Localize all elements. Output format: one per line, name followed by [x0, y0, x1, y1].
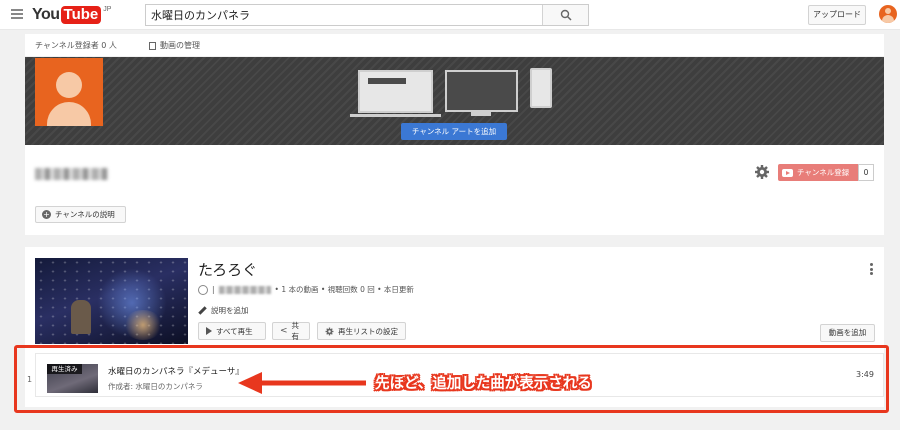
- share-icon: <: [280, 326, 288, 336]
- tv-stand-icon: [471, 112, 491, 116]
- more-options-icon[interactable]: [870, 263, 873, 277]
- tv-device-icon: [445, 70, 518, 112]
- play-all-label: すべて再生: [216, 326, 253, 336]
- public-globe-icon: [198, 284, 208, 295]
- account-avatar[interactable]: [879, 5, 897, 23]
- avatar-body-shape: [882, 15, 894, 23]
- logo-region-text: JP: [103, 5, 112, 13]
- channel-info-card: チャンネル登録 0 + チャンネルの説明: [25, 145, 884, 235]
- search-button[interactable]: [542, 5, 588, 25]
- share-label: 共有: [291, 321, 300, 341]
- play-all-button[interactable]: すべて再生: [198, 322, 266, 340]
- hamburger-menu-icon[interactable]: [11, 9, 23, 20]
- subscribe-label: チャンネル登録: [797, 168, 850, 177]
- pencil-icon: [198, 306, 207, 315]
- phone-device-icon: [530, 68, 552, 108]
- channel-name-blurred: [35, 168, 108, 180]
- owner-name-blurred: [218, 285, 271, 294]
- gear-icon: [325, 327, 334, 335]
- add-description-label: 説明を追加: [211, 306, 249, 315]
- about-label: チャンネルの説明: [55, 210, 115, 219]
- manage-videos-link[interactable]: 動画の管理: [149, 40, 200, 51]
- laptop-device-icon: [358, 70, 433, 113]
- youtube-play-icon: [782, 168, 793, 177]
- playlist-thumbnail[interactable]: [35, 258, 188, 344]
- playlist-settings-label: 再生リストの設定: [338, 326, 398, 336]
- search-input[interactable]: [146, 5, 543, 25]
- subscriber-count: チャンネル登録者 0 人: [35, 41, 117, 50]
- channel-avatar-body: [47, 102, 91, 126]
- add-video-button[interactable]: 動画を追加: [820, 324, 875, 342]
- search-box: [145, 4, 589, 26]
- video-manager-icon: [149, 41, 156, 50]
- logo-you-text: You: [32, 6, 60, 23]
- channel-about-button[interactable]: + チャンネルの説明: [35, 206, 126, 223]
- plus-circle-icon: +: [42, 210, 51, 219]
- channel-settings-gear-icon[interactable]: [754, 164, 770, 180]
- playlist-meta-text: • 1 本の動画 • 視聴回数 0 回 • 本日更新: [274, 285, 414, 294]
- playlist-settings-button[interactable]: 再生リストの設定: [317, 322, 406, 340]
- playlist-title[interactable]: たろろぐ: [198, 259, 257, 280]
- subscribe-button[interactable]: チャンネル登録: [778, 164, 858, 181]
- add-description-link[interactable]: 説明を追加: [198, 305, 249, 316]
- search-icon: [560, 9, 572, 21]
- laptop-base-icon: [350, 114, 441, 117]
- channel-avatar[interactable]: [35, 58, 103, 126]
- share-button[interactable]: < 共有: [272, 321, 310, 341]
- playlist-meta: | • 1 本の動画 • 視聴回数 0 回 • 本日更新: [198, 284, 414, 295]
- masthead: You Tube JP アップロード: [0, 0, 900, 30]
- channel-subbar: チャンネル登録者 0 人 動画の管理: [25, 34, 884, 56]
- upload-button[interactable]: アップロード: [808, 5, 866, 25]
- subscribe-count: 0: [858, 164, 874, 181]
- logo-tube-text: Tube: [60, 6, 102, 24]
- annotation-arrow-icon: [238, 372, 366, 394]
- play-icon: [206, 327, 212, 335]
- avatar-head-shape: [885, 8, 891, 14]
- manage-videos-label: 動画の管理: [160, 41, 200, 50]
- youtube-logo[interactable]: You Tube JP: [32, 4, 111, 26]
- annotation-text: 先ほど、追加した曲が表示される: [375, 376, 592, 392]
- add-channel-art-button[interactable]: チャンネル アートを追加: [401, 123, 507, 140]
- channel-avatar-head: [56, 72, 82, 98]
